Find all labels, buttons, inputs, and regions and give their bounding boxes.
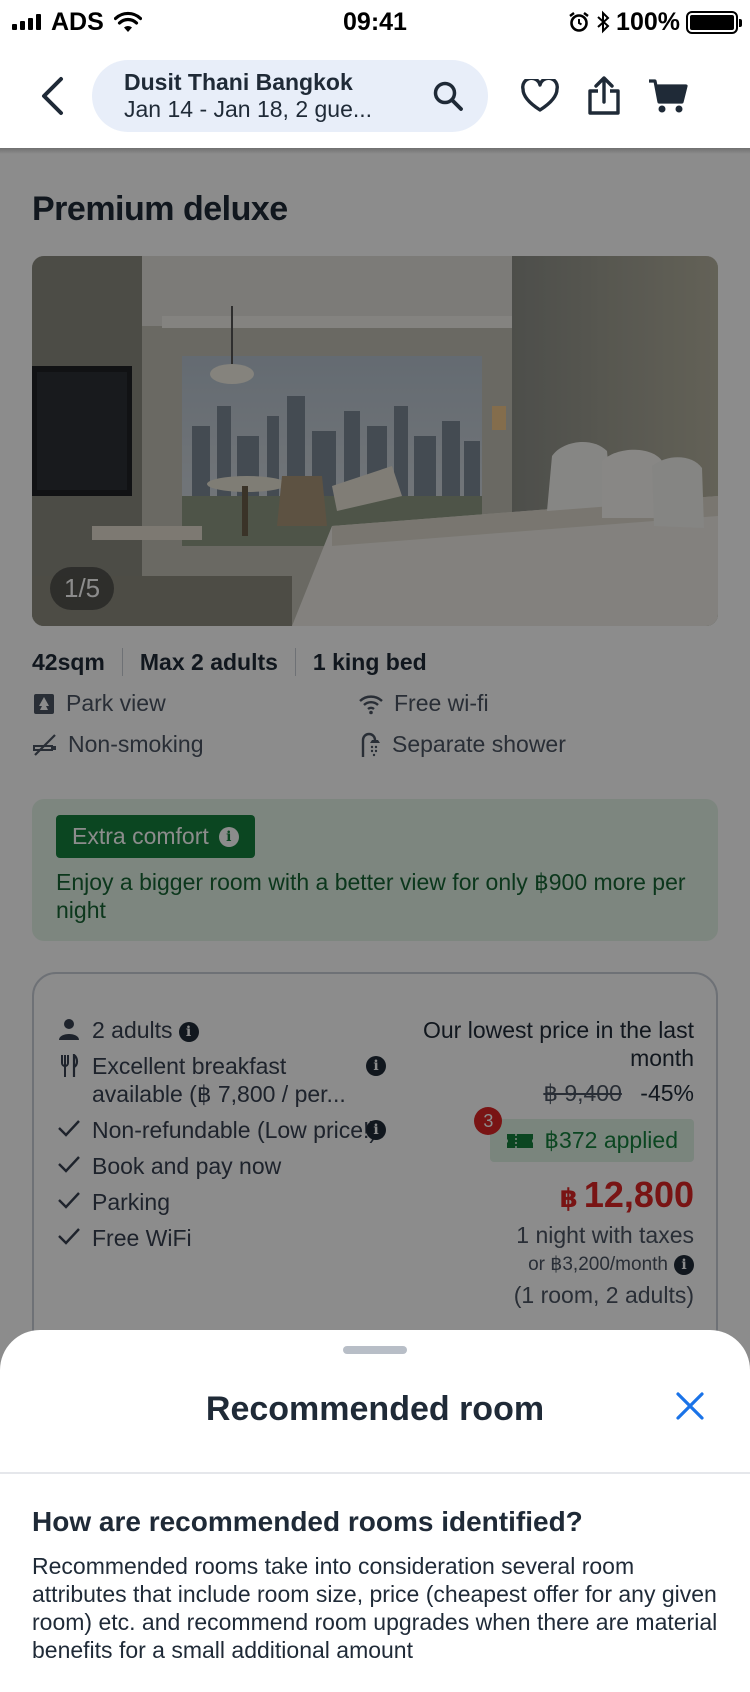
search-summary[interactable]: Dusit Thani Bangkok Jan 14 - Jan 18, 2 g… (92, 60, 488, 132)
recommended-room-sheet: Recommended room How are recommended roo… (0, 1330, 750, 1692)
share-icon (588, 76, 620, 115)
share-button[interactable] (572, 64, 636, 128)
sheet-divider (0, 1472, 750, 1474)
nav-shadow (0, 148, 750, 154)
close-icon (676, 1392, 704, 1420)
favorite-button[interactable] (508, 64, 572, 128)
faq-question: How are recommended rooms identified? (32, 1506, 583, 1537)
cart-button[interactable] (636, 64, 700, 128)
chevron-left-icon (42, 77, 63, 115)
wifi-status-icon (113, 11, 142, 32)
alarm-icon (569, 12, 589, 32)
sheet-grabber[interactable] (343, 1346, 407, 1354)
faq-answer: Recommended rooms take into consideratio… (32, 1553, 718, 1663)
battery-icon (686, 10, 742, 34)
heart-icon (521, 79, 559, 112)
nav-actions (508, 64, 700, 128)
battery-percent: 100% (616, 7, 680, 36)
clock: 09:41 (343, 7, 407, 36)
sheet-title: Recommended room (205, 1390, 545, 1428)
status-right: 100% (478, 7, 742, 37)
search-icon (433, 81, 463, 111)
hotel-name: Dusit Thani Bangkok (124, 69, 353, 95)
search-summary-text: Dusit Thani Bangkok Jan 14 - Jan 18, 2 g… (124, 69, 432, 123)
cart-icon (649, 79, 688, 113)
dates-guests: Jan 14 - Jan 18, 2 gue... (124, 96, 373, 122)
status-left: ADS (12, 8, 272, 37)
bluetooth-icon (597, 10, 610, 34)
carrier-label: ADS (51, 7, 104, 36)
back-button[interactable] (20, 64, 84, 128)
status-bar: ADS 09:41 100% (0, 0, 750, 44)
nav-bar: Dusit Thani Bangkok Jan 14 - Jan 18, 2 g… (0, 44, 750, 148)
signal-icon (12, 14, 41, 30)
close-button[interactable] (670, 1386, 710, 1426)
